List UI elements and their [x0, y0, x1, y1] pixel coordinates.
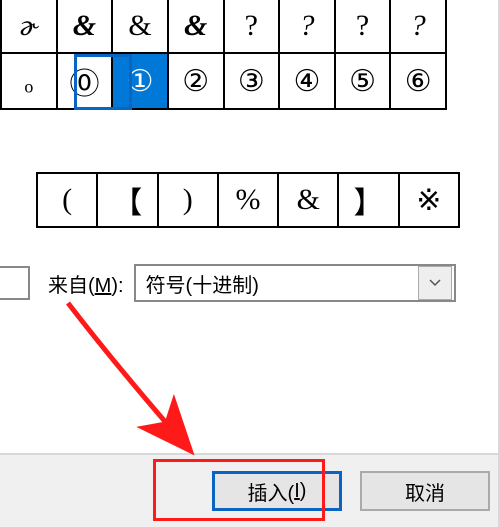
recent-cell[interactable]: % [219, 174, 279, 226]
symbol-cell[interactable]: ₒ [2, 54, 58, 108]
symbol-cell[interactable]: ? [391, 0, 445, 52]
symbol-cell[interactable]: & [113, 0, 169, 52]
symbol-cell[interactable]: ⑥ [391, 54, 445, 108]
recent-cell[interactable]: ( [38, 174, 98, 226]
symbol-cell[interactable]: ? [336, 0, 392, 52]
recent-cell[interactable]: 【 [98, 174, 158, 226]
recent-symbols: ( 【 ) % & 】 ※ [36, 172, 460, 228]
recent-cell[interactable]: ※ [400, 174, 458, 226]
symbol-dialog: ɚ & & & ? ? ? ? ₒ ⓪ ① ② ③ ④ ⑤ ⑥ ( 【 ) % … [0, 0, 500, 527]
symbol-grid: ɚ & & & ? ? ? ? ₒ ⓪ ① ② ③ ④ ⑤ ⑥ [0, 0, 447, 110]
symbol-cell[interactable]: ⓪ [58, 54, 114, 108]
symbol-cell-selected[interactable]: ① [113, 54, 169, 108]
symbol-cell[interactable]: ɚ [2, 0, 58, 52]
symbol-cell[interactable]: & [58, 0, 114, 52]
grid-row: ɚ & & & ? ? ? ? [2, 0, 445, 54]
symbol-cell[interactable]: ⑤ [336, 54, 392, 108]
symbol-cell[interactable]: ② [169, 54, 225, 108]
dialog-footer: 插入(I) 取消 [0, 453, 498, 527]
symbol-cell[interactable]: ③ [225, 54, 281, 108]
recent-cell[interactable]: & [279, 174, 339, 226]
recent-cell[interactable]: 】 [339, 174, 399, 226]
from-select-value: 符号(十进制) [136, 269, 418, 298]
code-field-fragment[interactable] [0, 266, 30, 300]
from-select[interactable]: 符号(十进制) [134, 264, 456, 302]
recent-cell[interactable]: ) [159, 174, 219, 226]
cancel-button[interactable]: 取消 [360, 471, 490, 511]
chevron-down-icon[interactable] [418, 266, 452, 300]
grid-row: ₒ ⓪ ① ② ③ ④ ⑤ ⑥ [2, 54, 445, 108]
from-label: 来自(M): [48, 269, 124, 298]
from-row: 来自(M): 符号(十进制) [48, 264, 456, 302]
annotation-arrow-icon [58, 298, 228, 468]
insert-button[interactable]: 插入(I) [212, 471, 342, 511]
symbol-cell[interactable]: ? [225, 0, 281, 52]
symbol-cell[interactable]: & [169, 0, 225, 52]
symbol-cell[interactable]: ④ [280, 54, 336, 108]
symbol-cell[interactable]: ? [280, 0, 336, 52]
